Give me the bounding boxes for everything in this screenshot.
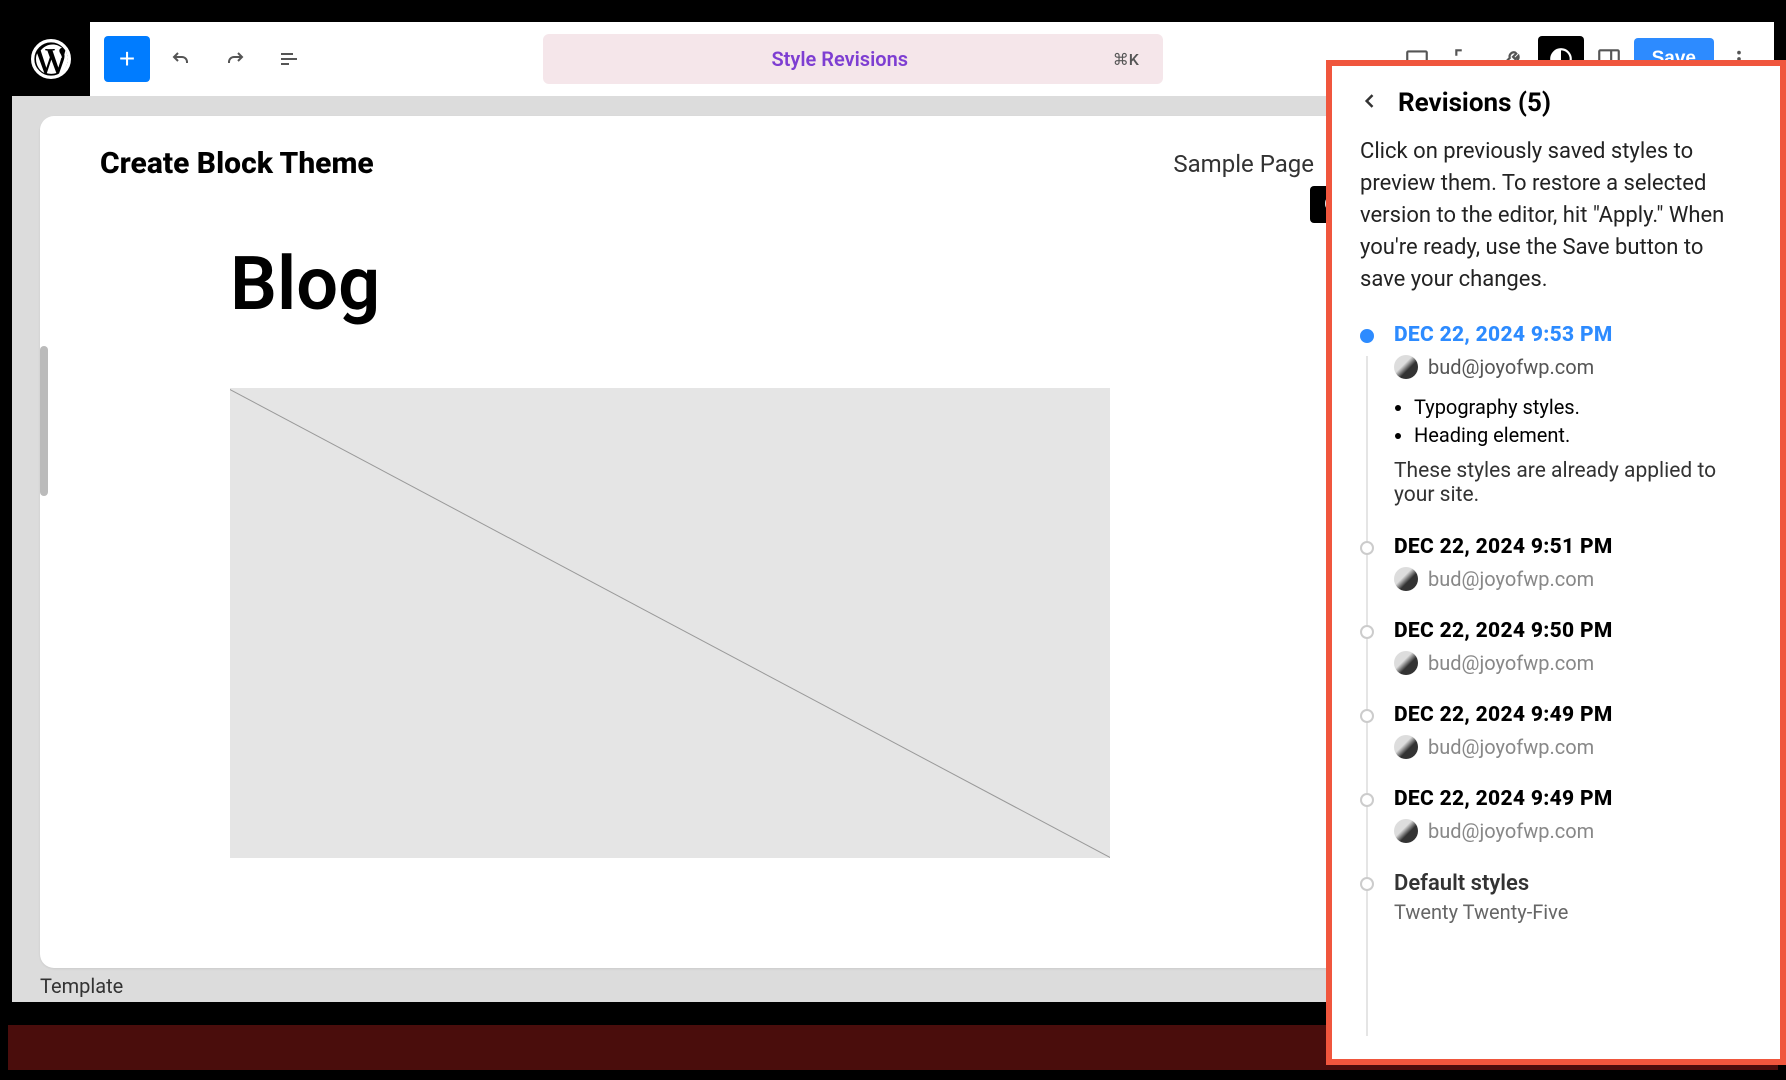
- revision-author: bud@joyofwp.com: [1428, 819, 1594, 843]
- revision-date: DEC 22, 2024 9:49 PM: [1394, 787, 1752, 811]
- revisions-panel: Revisions (5) Click on previously saved …: [1326, 60, 1786, 1065]
- timeline-dot-icon: [1360, 625, 1374, 639]
- editor-canvas[interactable]: Create Block Theme Sample Page s ✕ Close…: [40, 116, 1374, 968]
- command-bar-label: Style Revisions: [771, 47, 908, 71]
- default-styles-title: Default styles: [1394, 871, 1752, 896]
- revision-date: DEC 22, 2024 9:53 PM: [1394, 323, 1752, 347]
- revision-change-item: Typography styles.: [1414, 395, 1752, 419]
- revision-change-item: Heading element.: [1414, 423, 1752, 447]
- revision-author: bud@joyofwp.com: [1428, 735, 1594, 759]
- revision-item[interactable]: DEC 22, 2024 9:50 PM bud@joyofwp.com: [1360, 619, 1752, 675]
- avatar: [1394, 735, 1418, 759]
- revisions-list: DEC 22, 2024 9:53 PM bud@joyofwp.com Typ…: [1360, 323, 1752, 924]
- wordpress-icon: [31, 39, 71, 79]
- back-button[interactable]: [1360, 88, 1380, 118]
- revision-author: bud@joyofwp.com: [1428, 651, 1594, 675]
- revision-changes: Typography styles. Heading element.: [1398, 395, 1752, 447]
- revision-item[interactable]: DEC 22, 2024 9:53 PM bud@joyofwp.com Typ…: [1360, 323, 1752, 507]
- revision-author: bud@joyofwp.com: [1428, 355, 1594, 379]
- revision-author: bud@joyofwp.com: [1428, 567, 1594, 591]
- revision-item[interactable]: DEC 22, 2024 9:49 PM bud@joyofwp.com: [1360, 703, 1752, 759]
- undo-icon: [169, 47, 193, 71]
- revision-item[interactable]: DEC 22, 2024 9:49 PM bud@joyofwp.com: [1360, 787, 1752, 843]
- redo-button[interactable]: [212, 36, 258, 82]
- bottom-status: Template: [40, 974, 123, 998]
- timeline-dot-icon: [1360, 709, 1374, 723]
- revisions-panel-title: Revisions (5): [1398, 88, 1551, 118]
- avatar: [1394, 355, 1418, 379]
- scrollbar-left[interactable]: [40, 346, 48, 496]
- command-shortcut: ⌘K: [1113, 50, 1139, 69]
- default-styles-theme: Twenty Twenty-Five: [1394, 900, 1752, 924]
- list-view-button[interactable]: [266, 36, 312, 82]
- timeline-dot-icon: [1360, 541, 1374, 555]
- revision-note: These styles are already applied to your…: [1394, 459, 1752, 507]
- avatar: [1394, 651, 1418, 675]
- revision-item-default[interactable]: Default styles Twenty Twenty-Five: [1360, 871, 1752, 924]
- redo-icon: [223, 47, 247, 71]
- revision-item[interactable]: DEC 22, 2024 9:51 PM bud@joyofwp.com: [1360, 535, 1752, 591]
- revision-date: DEC 22, 2024 9:51 PM: [1394, 535, 1752, 559]
- chevron-left-icon: [1360, 91, 1380, 111]
- avatar: [1394, 819, 1418, 843]
- undo-button[interactable]: [158, 36, 204, 82]
- timeline-dot-icon: [1360, 329, 1374, 343]
- command-bar[interactable]: Style Revisions ⌘K: [543, 34, 1163, 84]
- nav-link-sample-page[interactable]: Sample Page: [1173, 150, 1314, 178]
- featured-image-placeholder[interactable]: [230, 388, 1110, 858]
- revision-date: DEC 22, 2024 9:50 PM: [1394, 619, 1752, 643]
- wordpress-logo-button[interactable]: [12, 22, 90, 96]
- timeline-dot-icon: [1360, 877, 1374, 891]
- timeline-dot-icon: [1360, 793, 1374, 807]
- page-title[interactable]: Blog: [230, 241, 1314, 328]
- site-title[interactable]: Create Block Theme: [100, 146, 374, 181]
- add-block-button[interactable]: +: [104, 36, 150, 82]
- revisions-panel-description: Click on previously saved styles to prev…: [1360, 136, 1752, 295]
- revision-date: DEC 22, 2024 9:49 PM: [1394, 703, 1752, 727]
- avatar: [1394, 567, 1418, 591]
- list-view-icon: [277, 47, 301, 71]
